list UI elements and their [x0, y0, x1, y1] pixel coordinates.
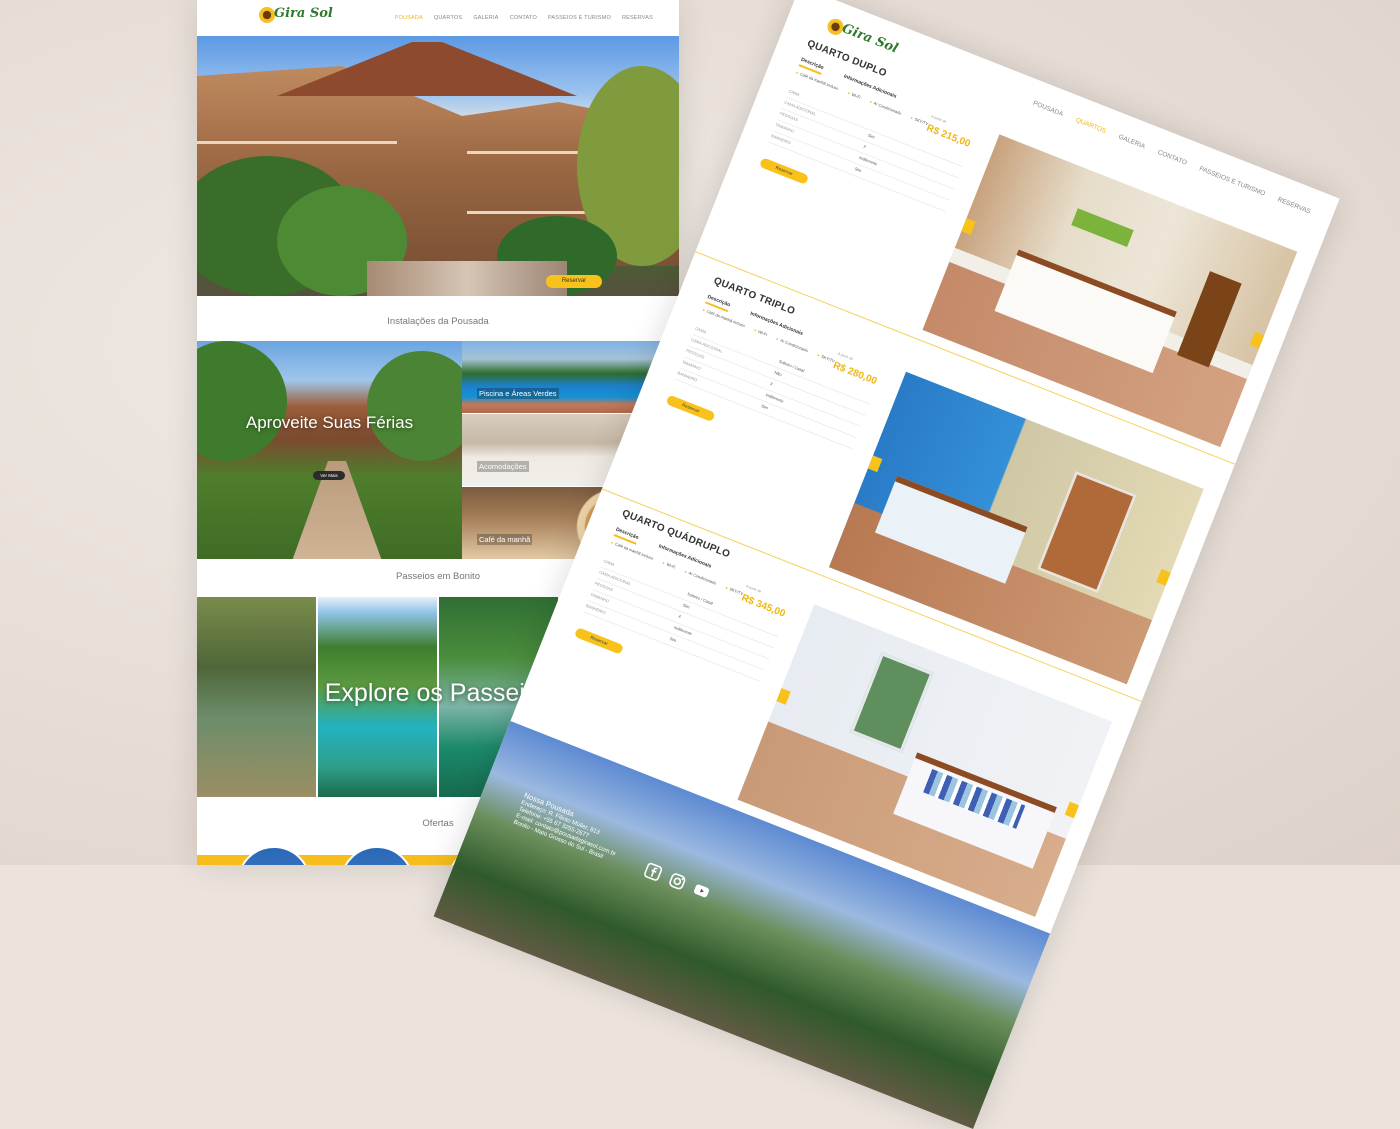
feature-item: Ar Condicionado — [775, 336, 809, 353]
photo-window — [1036, 470, 1137, 594]
menu-item-galeria[interactable]: GALERIA — [1117, 134, 1146, 151]
menu-item-quartos[interactable]: QUARTOS — [434, 15, 462, 21]
top-nav: Gira Sol POUSADA QUARTOS GALERIA CONTATO… — [197, 0, 679, 36]
room-details: CAMA Solteiro / Casal CAMA ADICIONAL Não P… — [675, 323, 874, 450]
feature-item: SKY/TV — [816, 352, 835, 364]
section-title-installations: Instalações da Pousada — [387, 316, 489, 327]
detail-value: Sim — [867, 132, 876, 140]
detail-value: Sim — [854, 166, 863, 174]
hero-roof — [277, 42, 577, 96]
menu-item-quartos[interactable]: QUARTOS — [1075, 117, 1107, 135]
tile-enjoy-vacation[interactable]: Aproveite Suas Férias Ver Mais — [197, 341, 462, 559]
room-details: CAMA Solteiro / Casal CAMA ADICIONAL Sim P… — [583, 556, 783, 682]
feature-item: Ar Condicionado — [869, 99, 902, 115]
feature-item: Wi-Fi — [662, 560, 677, 570]
next-arrow-icon[interactable] — [1249, 331, 1265, 349]
detail-key: CAMA — [694, 325, 708, 335]
menu-item-galeria[interactable]: GALERIA — [473, 15, 498, 21]
reserve-button[interactable]: Reservar — [665, 394, 716, 423]
detail-value: 2 — [862, 143, 867, 150]
menu-item-passeios[interactable]: PASSEIOS E TURISMO — [1198, 165, 1266, 197]
menu-item-pousada[interactable]: POUSADA — [1032, 100, 1064, 118]
detail-value: 3 — [769, 380, 774, 387]
detail-value: Sim — [668, 635, 678, 644]
reserve-button[interactable]: Reservar — [573, 627, 625, 655]
menu-item-passeios[interactable]: PASSEIOS E TURISMO — [548, 15, 611, 21]
hero-image: Reservar — [197, 36, 679, 296]
detail-value: 4 — [677, 613, 682, 620]
menu-item-reservas[interactable]: RESERVAS — [1277, 196, 1312, 215]
photo-window — [849, 652, 934, 753]
feature-item: Wi-Fi — [847, 90, 862, 100]
tile-label: Acomodações — [477, 461, 529, 472]
prev-arrow-icon[interactable] — [776, 688, 791, 705]
logo-text: Gira Sol — [839, 21, 901, 57]
tile-label: Piscina e Áreas Verdes — [477, 388, 559, 399]
photo-door — [1177, 271, 1242, 368]
menu-item-reservas[interactable]: RESERVAS — [622, 15, 653, 21]
detail-value: Não — [773, 369, 783, 378]
main-menu: POUSADA QUARTOS GALERIA CONTATO PASSEIOS… — [395, 15, 653, 21]
hero-path — [367, 261, 567, 296]
menu-item-pousada[interactable]: POUSADA — [395, 15, 423, 21]
feature-item: SKY/TV — [725, 585, 744, 596]
see-more-button[interactable]: Ver Mais — [313, 471, 345, 480]
tree — [367, 351, 462, 461]
hero-reserve-button[interactable]: Reservar — [546, 275, 602, 288]
logo-text: Gira Sol — [274, 6, 333, 21]
tree — [197, 341, 287, 461]
feature-item: SKY/TV — [910, 115, 929, 126]
menu-item-contato[interactable]: CONTATO — [510, 15, 537, 21]
room-details: CAMA CAMA ADICIONAL Sim PESSOAS 2 TAMANHO I… — [768, 86, 968, 212]
tile-title: Aproveite Suas Férias — [245, 413, 414, 432]
reserve-button[interactable]: Reservar — [758, 157, 810, 185]
sunflower-icon — [259, 7, 275, 23]
feature-item: Ar Condicionado — [684, 569, 717, 585]
tile-label: Café da manhã — [477, 534, 533, 545]
balcony-rail — [197, 141, 397, 144]
next-arrow-icon[interactable] — [1064, 801, 1080, 819]
detail-value: Sim — [760, 403, 769, 411]
prev-arrow-icon[interactable] — [867, 455, 883, 473]
detail-value: Sim — [682, 602, 691, 610]
detail-key: CAMA — [787, 88, 801, 98]
prev-arrow-icon[interactable] — [961, 218, 976, 235]
menu-item-contato[interactable]: CONTATO — [1157, 149, 1188, 167]
site-logo[interactable]: Gira Sol — [259, 6, 333, 28]
detail-key: CAMA — [602, 558, 616, 568]
wall-art — [1071, 208, 1134, 248]
next-arrow-icon[interactable] — [1156, 569, 1171, 586]
feature-item: Wi-Fi — [753, 327, 768, 337]
